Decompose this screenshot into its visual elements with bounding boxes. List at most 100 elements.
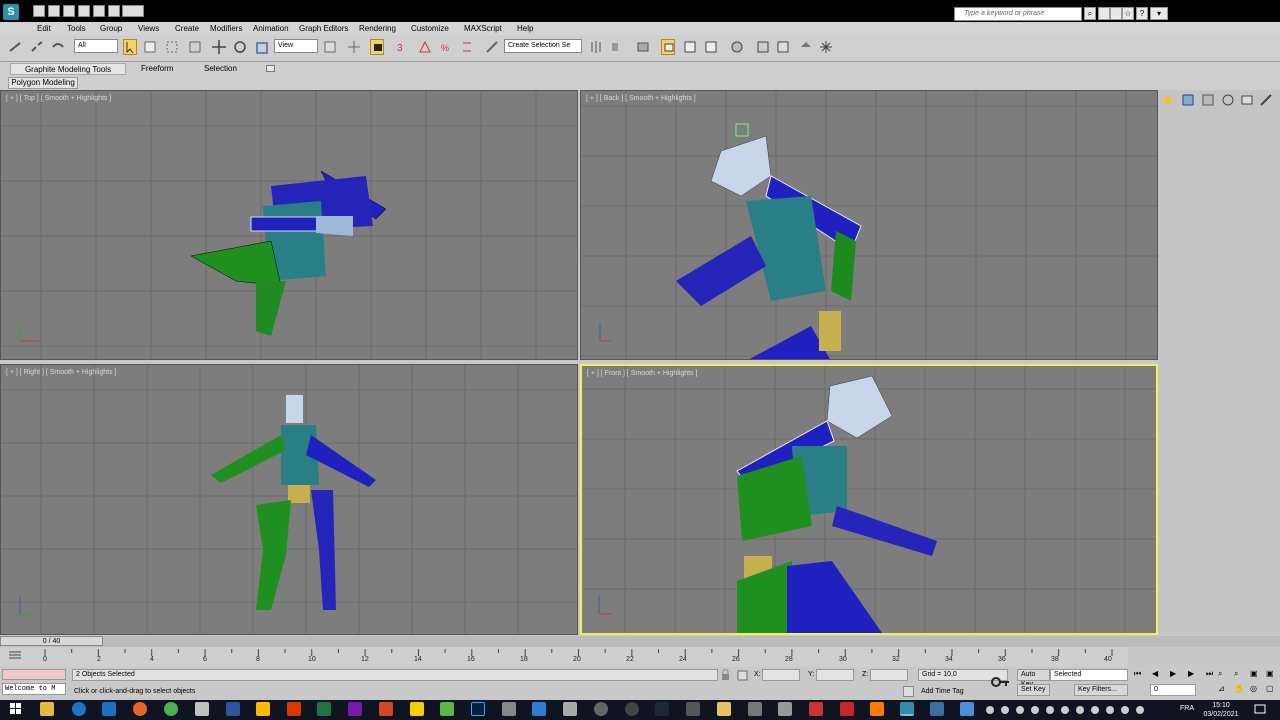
binoculars-icon[interactable]: ⌕ — [1084, 7, 1096, 20]
firefox-icon[interactable] — [133, 702, 147, 716]
named-selection-dropdown[interactable]: Create Selection Se — [504, 39, 582, 53]
character-model[interactable] — [190, 170, 387, 336]
go-to-end-icon[interactable]: ⏭ — [1206, 669, 1213, 679]
modify-panel-icon[interactable] — [1181, 93, 1195, 107]
app-icon[interactable] — [625, 702, 639, 716]
maximize-viewport-icon[interactable]: ▢ — [1266, 684, 1274, 693]
align-icon[interactable] — [610, 39, 624, 55]
hierarchy-panel-icon[interactable] — [1201, 93, 1215, 107]
selection-filter-dropdown[interactable]: All — [74, 39, 118, 53]
excel-icon[interactable] — [317, 702, 331, 716]
menu-group[interactable]: Group — [100, 22, 122, 35]
word-icon[interactable] — [226, 702, 240, 716]
time-tag-icon[interactable] — [903, 686, 914, 697]
viewport-front[interactable]: [ + ] [ Front ] [ Smooth + Highlights ] — [580, 364, 1158, 635]
app-logo-icon[interactable]: S — [3, 4, 19, 20]
viewport-label-front[interactable]: [ + ] [ Front ] [ Smooth + Highlights ] — [587, 370, 698, 377]
select-manipulate-icon[interactable] — [347, 39, 361, 55]
communication-icon[interactable] — [1110, 7, 1122, 20]
y-coordinate-input[interactable] — [816, 669, 854, 681]
next-frame-icon[interactable]: ▶ — [1188, 669, 1194, 678]
tab-selection[interactable]: Selection — [204, 63, 237, 75]
create-panel-icon[interactable] — [1161, 93, 1175, 107]
app-icon[interactable] — [778, 702, 792, 716]
spinner-snap-icon[interactable] — [460, 39, 474, 55]
viewport-label-top[interactable]: [ + ] [ Top ] [ Smooth + Highlights ] — [6, 95, 111, 102]
set-key-button[interactable]: Set Key — [1017, 684, 1050, 696]
menu-maxscript[interactable]: MAXScript — [464, 22, 502, 35]
unlink-icon[interactable] — [30, 39, 44, 55]
pivot-center-icon[interactable] — [323, 39, 337, 55]
help-icon[interactable]: ? — [1136, 7, 1148, 20]
menu-help[interactable]: Help — [517, 22, 533, 35]
app-icon[interactable] — [502, 702, 516, 716]
menu-customize[interactable]: Customize — [411, 22, 449, 35]
character-model[interactable] — [736, 375, 937, 633]
edge-browser-icon[interactable] — [72, 702, 86, 716]
search-input[interactable]: Type a keyword or phrase — [954, 7, 1082, 21]
layer-manager-icon[interactable] — [636, 39, 650, 55]
favorites-icon[interactable]: ☆ — [1122, 7, 1134, 20]
photoshop-icon[interactable] — [471, 702, 485, 716]
app-icon[interactable] — [410, 702, 424, 716]
absolute-mode-icon[interactable] — [737, 669, 748, 681]
app-icon[interactable] — [256, 702, 270, 716]
subscription-icon[interactable] — [1098, 7, 1110, 20]
app-icon[interactable] — [930, 702, 944, 716]
app-icon[interactable] — [563, 702, 577, 716]
menu-tools[interactable]: Tools — [67, 22, 86, 35]
menu-graph-editors[interactable]: Graph Editors — [299, 22, 348, 35]
play-icon[interactable]: ▶ — [1170, 669, 1176, 678]
previous-frame-icon[interactable]: ◀ — [1152, 669, 1158, 678]
workspace-dropdown[interactable] — [122, 5, 144, 17]
app-icon[interactable] — [686, 702, 700, 716]
chrome-icon[interactable] — [164, 702, 178, 716]
select-object-icon[interactable] — [123, 39, 137, 55]
viewport-top[interactable]: [ + ] [ Top ] [ Smooth + Highlights ] — [0, 90, 578, 360]
menu-rendering[interactable]: Rendering — [359, 22, 396, 35]
tab-freeform[interactable]: Freeform — [141, 63, 173, 75]
keyboard-shortcut-override-icon[interactable] — [370, 39, 384, 55]
open-file-icon[interactable] — [48, 5, 60, 17]
current-frame-input[interactable]: 0 — [1150, 684, 1196, 696]
schematic-view-icon[interactable] — [704, 39, 718, 55]
percent-snap-icon[interactable]: % — [440, 39, 454, 55]
render-in-cloud-icon[interactable] — [819, 39, 833, 55]
ribbon-minimize-icon[interactable] — [266, 65, 275, 72]
app-icon[interactable] — [594, 702, 608, 716]
character-model[interactable] — [211, 395, 376, 610]
steam-icon[interactable] — [655, 702, 669, 716]
app-icon[interactable] — [532, 702, 546, 716]
selection-lock-icon[interactable] — [720, 669, 731, 681]
viewport-label-right[interactable]: [ + ] [ Right ] [ Smooth + Highlights ] — [6, 369, 117, 376]
utilities-panel-icon[interactable] — [1259, 93, 1273, 107]
zoom-extents-icon[interactable]: ▣ — [1250, 669, 1258, 678]
key-filters-button[interactable]: Key Filters... — [1074, 684, 1128, 696]
viewport-right[interactable]: [ + ] [ Right ] [ Smooth + Highlights ] — [0, 364, 578, 635]
mirror-icon[interactable] — [589, 39, 603, 55]
windows-start-icon[interactable] — [10, 703, 22, 715]
menu-create[interactable]: Create — [175, 22, 199, 35]
maxscript-listener-pink[interactable] — [2, 669, 66, 680]
go-to-start-icon[interactable]: ⏮ — [1134, 669, 1141, 679]
angle-snap-icon[interactable] — [418, 39, 432, 55]
window-crossing-icon[interactable] — [188, 39, 202, 55]
render-setup-icon[interactable] — [756, 39, 770, 55]
pan-icon[interactable]: ✋ — [1234, 684, 1244, 693]
app-icon[interactable] — [748, 702, 762, 716]
orbit-icon[interactable]: ◎ — [1250, 684, 1257, 693]
bind-spacewarp-icon[interactable] — [51, 39, 65, 55]
zoom-icon[interactable]: ⌕ — [1218, 669, 1222, 679]
menu-animation[interactable]: Animation — [253, 22, 289, 35]
curve-editor-icon[interactable] — [683, 39, 697, 55]
polygon-modeling-panel[interactable]: Polygon Modeling — [8, 77, 78, 89]
clock[interactable]: 15:10 03/02/2021 — [1196, 701, 1246, 719]
x-coordinate-input[interactable] — [762, 669, 800, 681]
z-coordinate-input[interactable] — [870, 669, 908, 681]
auto-key-button[interactable]: Auto Key — [1017, 669, 1050, 688]
menu-modifiers[interactable]: Modifiers — [210, 22, 242, 35]
notifications-icon[interactable] — [1254, 703, 1266, 715]
rectangular-selection-icon[interactable] — [165, 39, 179, 55]
tab-graphite-modeling-tools[interactable]: Graphite Modeling Tools — [10, 63, 126, 75]
maxscript-mini-listener[interactable]: Welcome to M — [2, 683, 66, 695]
